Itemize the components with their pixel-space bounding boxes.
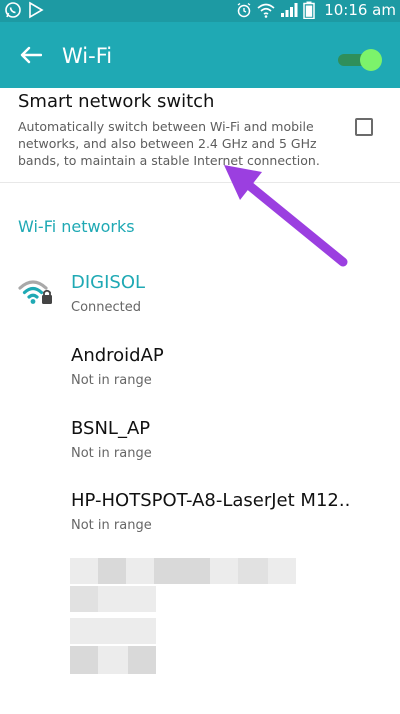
- signal-icon: [281, 3, 298, 17]
- network-name: HP-HOTSPOT-A8-LaserJet M12..: [71, 490, 351, 511]
- status-system-icons: 10:16 am: [236, 1, 396, 19]
- blurred-block: [70, 586, 98, 612]
- blurred-block: [98, 558, 126, 584]
- network-item-hp-hotspot[interactable]: HP-HOTSPOT-A8-LaserJet M12.. Not in rang…: [0, 490, 400, 562]
- wifi-settings-screen: 10:16 am Wi-Fi Smart network switch Auto…: [0, 0, 400, 714]
- play-store-icon: [29, 1, 44, 19]
- smart-network-switch-title: Smart network switch: [18, 91, 215, 112]
- smart-network-switch-description: Automatically switch between Wi-Fi and m…: [18, 119, 320, 168]
- blurred-block: [154, 558, 210, 584]
- battery-icon: [303, 1, 315, 19]
- app-bar: Wi-Fi: [0, 22, 400, 88]
- section-divider: [0, 182, 400, 183]
- network-status: Connected: [71, 300, 142, 315]
- alarm-icon: [237, 2, 251, 18]
- network-item-androidap[interactable]: AndroidAP Not in range: [0, 345, 400, 417]
- network-item-bsnl-ap[interactable]: BSNL_AP Not in range: [0, 418, 400, 490]
- network-status: Not in range: [71, 518, 152, 533]
- network-name: DIGISOL: [71, 272, 146, 293]
- wifi-status-icon: [257, 3, 275, 18]
- wifi-toggle-knob: [360, 49, 382, 71]
- blurred-block: [238, 558, 268, 584]
- network-status: Not in range: [71, 373, 152, 388]
- whatsapp-icon: [5, 2, 21, 18]
- blurred-block: [98, 646, 128, 674]
- network-status: Not in range: [71, 446, 152, 461]
- network-name: BSNL_AP: [71, 418, 151, 439]
- blurred-block: [70, 618, 156, 644]
- wifi-lock-icon: [18, 280, 52, 304]
- network-name: AndroidAP: [71, 345, 164, 366]
- wifi-networks-header: Wi-Fi networks: [18, 217, 135, 236]
- status-bar: 10:16 am: [0, 0, 400, 22]
- smart-network-switch-checkbox[interactable]: [355, 118, 373, 136]
- page-title: Wi-Fi: [62, 44, 113, 68]
- status-notification-icons: [4, 1, 44, 19]
- wifi-toggle[interactable]: [338, 49, 382, 71]
- smart-network-switch-setting[interactable]: Smart network switch Automatically switc…: [0, 88, 400, 176]
- back-arrow-icon[interactable]: [20, 46, 42, 64]
- status-time: 10:16 am: [324, 1, 396, 19]
- network-item-digisol[interactable]: DIGISOL Connected: [0, 272, 400, 344]
